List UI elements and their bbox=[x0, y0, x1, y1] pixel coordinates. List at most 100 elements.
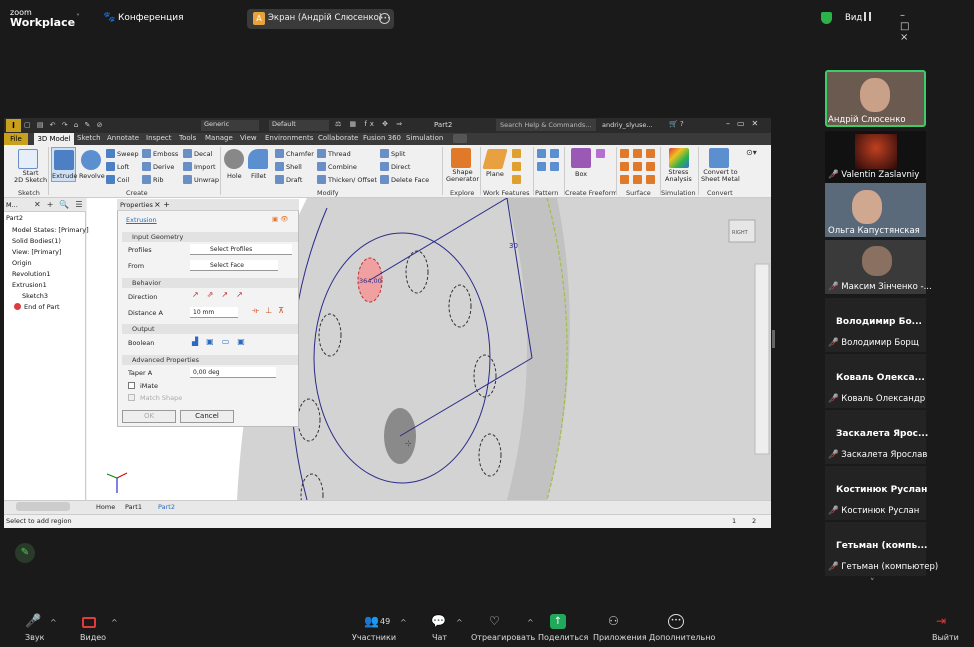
tab-fusion360[interactable]: Fusion 360 bbox=[363, 134, 401, 142]
browser-item-revolution1[interactable]: Revolution1 bbox=[12, 270, 51, 278]
section-advanced[interactable]: Advanced Properties bbox=[122, 355, 298, 365]
annotate-pencil-icon[interactable]: ✎ bbox=[15, 543, 35, 563]
shield-icon[interactable] bbox=[821, 12, 832, 24]
video-button[interactable]: Видео bbox=[80, 633, 106, 642]
properties-settings-icon[interactable]: ▣ 👁 bbox=[272, 215, 288, 223]
freeform-more-icon[interactable] bbox=[596, 149, 605, 158]
tab-tools[interactable]: Tools bbox=[179, 134, 196, 142]
revolve-icon[interactable] bbox=[81, 150, 101, 170]
ucs-icon[interactable] bbox=[512, 175, 521, 184]
browser-item-solid-bodies[interactable]: Solid Bodies(1) bbox=[12, 237, 61, 245]
browser-title[interactable]: M... bbox=[6, 201, 18, 209]
tab-collaborate[interactable]: Collaborate bbox=[318, 134, 358, 142]
shell-icon[interactable] bbox=[275, 162, 284, 171]
surface-icon-2[interactable] bbox=[633, 149, 642, 158]
circ-pattern-icon[interactable] bbox=[550, 149, 559, 158]
combine-button[interactable]: Combine bbox=[328, 163, 357, 171]
ribbon-toggle-icon[interactable] bbox=[453, 134, 467, 143]
help-search-input[interactable]: Search Help & Commands... bbox=[496, 119, 596, 131]
view-menu[interactable]: Вид bbox=[845, 13, 862, 23]
box-icon[interactable] bbox=[571, 148, 591, 168]
tab-annotate[interactable]: Annotate bbox=[107, 134, 139, 142]
mic-muted-icon[interactable]: 🎤 bbox=[25, 614, 41, 629]
tab-home[interactable]: Home bbox=[96, 503, 115, 511]
point-icon[interactable] bbox=[512, 162, 521, 171]
cart-icon[interactable]: 🛒 ? bbox=[669, 120, 684, 128]
axis-icon[interactable] bbox=[512, 149, 521, 158]
rib-icon[interactable] bbox=[142, 175, 151, 184]
participants-button[interactable]: Участники bbox=[352, 633, 396, 642]
boolean-buttons[interactable]: ▟▣▭▣ bbox=[192, 337, 252, 348]
more-icon[interactable]: ••• bbox=[668, 614, 684, 629]
decal-icon[interactable] bbox=[183, 149, 192, 158]
chat-button[interactable]: Чат bbox=[432, 633, 447, 642]
inventor-logo[interactable]: I bbox=[6, 119, 21, 132]
split-handle[interactable] bbox=[772, 330, 775, 348]
leave-icon[interactable]: ⇥ bbox=[936, 614, 952, 629]
draft-button[interactable]: Draft bbox=[286, 176, 302, 184]
decal-button[interactable]: Decal bbox=[194, 150, 212, 158]
browser-item-sketch3[interactable]: Sketch3 bbox=[22, 292, 48, 300]
material-select[interactable]: Generic bbox=[201, 120, 259, 131]
ok-button[interactable]: OK bbox=[122, 410, 176, 423]
sweep-button[interactable]: Sweep bbox=[117, 150, 139, 158]
thread-button[interactable]: Thread bbox=[328, 150, 351, 158]
react-heart-icon[interactable]: ♡ bbox=[489, 614, 505, 629]
surface-icon-9[interactable] bbox=[646, 175, 655, 184]
browser-item-origin[interactable]: Origin bbox=[12, 259, 32, 267]
share-screen-icon[interactable]: ↑ bbox=[550, 614, 566, 629]
thread-icon[interactable] bbox=[317, 149, 326, 158]
profiles-selector[interactable]: Select Profiles bbox=[190, 244, 292, 255]
tab-sketch[interactable]: Sketch bbox=[77, 134, 101, 142]
scroll-down-icon[interactable]: ˅ bbox=[870, 578, 875, 588]
convert-sheet-metal-button[interactable]: Convert to Sheet Metal bbox=[701, 169, 740, 183]
sketch-icon[interactable] bbox=[18, 149, 38, 169]
shape-generator-button[interactable]: Shape Generator bbox=[446, 169, 479, 183]
surface-icon-8[interactable] bbox=[633, 175, 642, 184]
tab-3d-model[interactable]: 3D Model bbox=[34, 133, 74, 145]
from-selector[interactable]: Select Face bbox=[190, 260, 278, 271]
draft-icon[interactable] bbox=[275, 175, 284, 184]
browser-tools[interactable]: ✕+🔍☰ bbox=[34, 200, 89, 209]
convert-sheet-metal-icon[interactable] bbox=[709, 148, 729, 168]
tab-inspect[interactable]: Inspect bbox=[146, 134, 172, 142]
stress-analysis-button[interactable]: Stress Analysis bbox=[665, 169, 692, 183]
share-button[interactable]: Поделиться bbox=[538, 633, 588, 642]
navigation-bar[interactable] bbox=[754, 263, 770, 455]
properties-title[interactable]: Properties bbox=[120, 201, 153, 209]
direction-buttons[interactable]: ↗⇗↗↗ bbox=[192, 290, 262, 301]
loft-icon[interactable] bbox=[106, 162, 115, 171]
participants-icon[interactable]: 👥 bbox=[364, 614, 380, 629]
import-button[interactable]: Import bbox=[194, 163, 216, 171]
audio-button[interactable]: Звук bbox=[25, 633, 44, 642]
apps-button[interactable]: Приложения bbox=[593, 633, 647, 642]
imate-checkbox[interactable] bbox=[128, 382, 135, 389]
section-input-geometry[interactable]: Input Geometry bbox=[122, 232, 298, 242]
unwrap-icon[interactable] bbox=[183, 175, 192, 184]
chevron-down-icon[interactable]: ˅ bbox=[76, 13, 80, 22]
properties-close-icon[interactable]: × + bbox=[154, 200, 170, 209]
derive-icon[interactable] bbox=[142, 162, 151, 171]
apps-icon[interactable]: ⚇ bbox=[608, 614, 624, 629]
browser-item-view[interactable]: View: [Primary] bbox=[12, 248, 62, 256]
inventor-window-controls[interactable]: –▭✕ bbox=[726, 119, 765, 128]
video-off-icon[interactable] bbox=[82, 617, 96, 628]
thicken-offset-button[interactable]: Thicken/ Offset bbox=[328, 176, 377, 184]
surface-icon-1[interactable] bbox=[620, 149, 629, 158]
surface-icon-7[interactable] bbox=[620, 175, 629, 184]
tab-view[interactable]: View bbox=[240, 134, 257, 142]
surface-icon-3[interactable] bbox=[646, 149, 655, 158]
rib-button[interactable]: Rib bbox=[153, 176, 163, 184]
more-button[interactable]: Дополнительно bbox=[649, 633, 715, 642]
video-options-icon[interactable]: ^ bbox=[111, 618, 118, 627]
emboss-button[interactable]: Emboss bbox=[153, 150, 178, 158]
quick-access-toolbar[interactable]: ▢ ▤ ↶ ↷ ⌂ ✎ ⊘ bbox=[24, 121, 104, 129]
shape-generator-icon[interactable] bbox=[451, 148, 471, 168]
feature-name[interactable]: Extrusion bbox=[126, 216, 157, 224]
participants-options-icon[interactable]: ^ bbox=[400, 618, 407, 627]
taper-input[interactable]: 0,00 deg bbox=[190, 367, 276, 378]
split-button[interactable]: Split bbox=[391, 150, 405, 158]
react-button[interactable]: Отреагировать bbox=[471, 633, 535, 642]
emboss-icon[interactable] bbox=[142, 149, 151, 158]
sweep-icon[interactable] bbox=[106, 149, 115, 158]
